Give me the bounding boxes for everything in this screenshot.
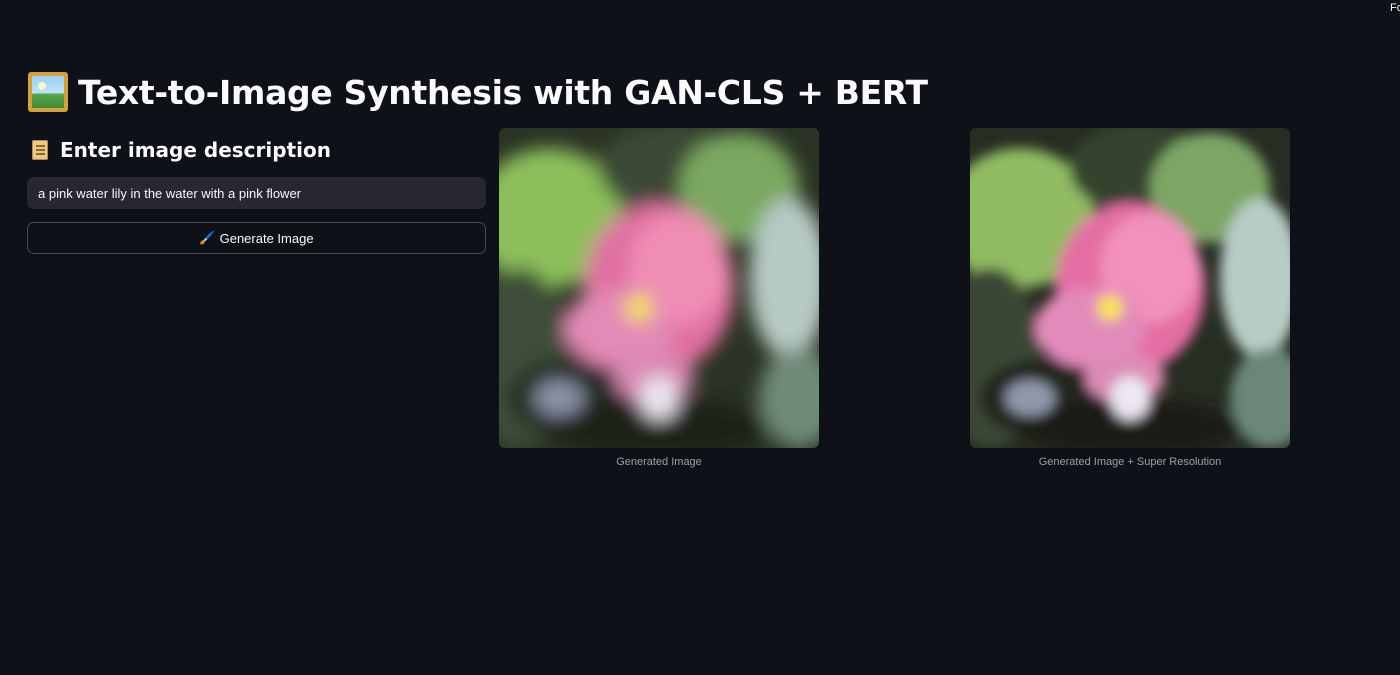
generate-image-label: Generate Image [219,230,314,246]
scroll-icon [28,138,52,162]
description-input[interactable] [27,177,486,209]
super-resolution-caption: Generated Image + Super Resolution [1038,456,1222,468]
app-page: Fo Text-to-Image Synthesis with GAN-CLS … [0,0,1400,675]
page-title-text: Text-to-Image Synthesis with GAN-CLS + B… [78,72,928,112]
generated-image-caption: Generated Image [616,456,702,468]
super-resolution-image [970,128,1290,448]
generated-image [499,128,819,448]
framed-picture-icon [28,72,68,112]
page-title: Text-to-Image Synthesis with GAN-CLS + B… [28,72,928,112]
paintbrush-icon: 🖌️ [199,230,216,245]
subheader-text: Enter image description [60,138,331,162]
corner-text: Fo [1390,2,1400,14]
description-subheader: Enter image description [28,138,331,162]
generate-image-button[interactable]: 🖌️ Generate Image [27,222,486,254]
